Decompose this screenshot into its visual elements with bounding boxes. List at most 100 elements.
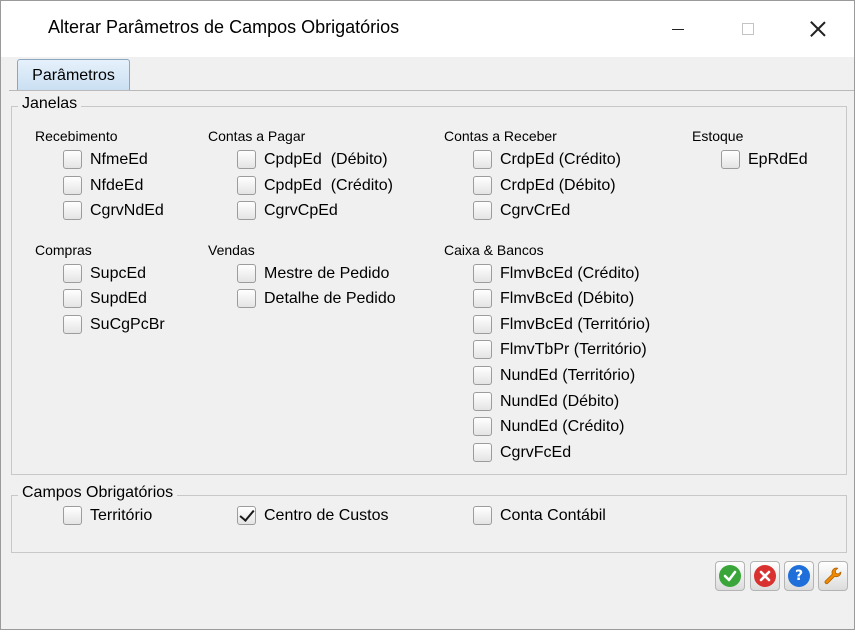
checkbox-label: SuCgPcBr — [90, 315, 165, 333]
checkbox-label: FlmvBcEd (Crédito) — [500, 264, 640, 282]
checkbox-nfmeed[interactable]: NfmeEd — [63, 150, 148, 169]
checkbox-crdped-debito[interactable]: CrdpEd (Débito) — [473, 176, 616, 195]
checkbox-box[interactable] — [473, 392, 492, 411]
checkbox-label: Mestre de Pedido — [264, 264, 390, 282]
minimize-icon — [672, 28, 684, 30]
vendas-heading: Vendas — [208, 242, 255, 258]
checkbox-label: CrdpEd (Débito) — [500, 176, 616, 194]
checkbox-label: EpRdEd — [748, 150, 808, 168]
confirm-icon — [719, 565, 741, 587]
checkbox-flmvbced-debito[interactable]: FlmvBcEd (Débito) — [473, 289, 634, 308]
checkbox-box[interactable] — [473, 264, 492, 283]
checkbox-centro-custos[interactable]: Centro de Custos — [237, 506, 389, 525]
checkbox-label: CpdpEd (Crédito) — [264, 176, 393, 194]
checkbox-box[interactable] — [473, 176, 492, 195]
dialog-window: Alterar Parâmetros de Campos Obrigatório… — [0, 0, 855, 630]
checkbox-nunded-territorio[interactable]: NundEd (Território) — [473, 366, 635, 385]
checkbox-cgrvfced[interactable]: CgrvFcEd — [473, 443, 571, 462]
close-button[interactable] — [783, 1, 853, 57]
checkbox-box[interactable] — [473, 340, 492, 359]
checkbox-label: SupdEd — [90, 289, 147, 307]
checkbox-label: FlmvBcEd (Território) — [500, 315, 651, 333]
checkbox-label: CpdpEd (Débito) — [264, 150, 388, 168]
wrench-icon — [822, 565, 844, 587]
checkbox-box[interactable] — [63, 289, 82, 308]
checkbox-label: CrdpEd (Crédito) — [500, 150, 621, 168]
checkbox-box[interactable] — [63, 201, 82, 220]
checkbox-cpdped-credito[interactable]: CpdpEd (Crédito) — [237, 176, 393, 195]
checkbox-cgrvnded[interactable]: CgrvNdEd — [63, 201, 164, 220]
maximize-icon — [742, 23, 754, 35]
checkbox-supced[interactable]: SupcEd — [63, 264, 146, 283]
checkbox-conta-contabil[interactable]: Conta Contábil — [473, 506, 606, 525]
checkbox-box[interactable] — [473, 315, 492, 334]
minimize-button[interactable] — [643, 1, 713, 57]
checkbox-label: NundEd (Crédito) — [500, 417, 625, 435]
checkbox-sucgpcbr[interactable]: SuCgPcBr — [63, 315, 165, 334]
checkbox-box[interactable] — [63, 264, 82, 283]
checkbox-cpdped-debito[interactable]: CpdpEd (Débito) — [237, 150, 388, 169]
checkbox-label: CgrvNdEd — [90, 201, 164, 219]
confirm-button[interactable] — [715, 561, 745, 591]
checkbox-box[interactable] — [237, 201, 256, 220]
tab-parametros[interactable]: Parâmetros — [17, 59, 130, 91]
close-icon — [810, 21, 826, 37]
checkbox-label: FlmvBcEd (Débito) — [500, 289, 635, 307]
checkbox-nunded-credito[interactable]: NundEd (Crédito) — [473, 417, 625, 436]
window-title: Alterar Parâmetros de Campos Obrigatório… — [48, 17, 400, 37]
checkbox-box[interactable] — [63, 506, 82, 525]
checkbox-mestre-pedido[interactable]: Mestre de Pedido — [237, 264, 389, 283]
checkbox-label: CgrvFcEd — [500, 443, 572, 461]
campos-obrigatorios-legend: Campos Obrigatórios — [18, 484, 178, 502]
checkbox-flmvbced-territorio[interactable]: FlmvBcEd (Território) — [473, 315, 650, 334]
checkbox-box[interactable] — [473, 417, 492, 436]
checkbox-label: CgrvCpEd — [264, 201, 338, 219]
checkbox-label: NundEd (Débito) — [500, 392, 620, 410]
checkbox-flmvbced-credito[interactable]: FlmvBcEd (Crédito) — [473, 264, 640, 283]
checkbox-box[interactable] — [473, 443, 492, 462]
checkbox-box[interactable] — [473, 201, 492, 220]
checkbox-label: Centro de Custos — [264, 506, 389, 524]
checkbox-box[interactable] — [721, 150, 740, 169]
estoque-heading: Estoque — [692, 128, 744, 144]
checkbox-cgrvcped[interactable]: CgrvCpEd — [237, 201, 338, 220]
checkbox-territorio[interactable]: Território — [63, 506, 152, 525]
checkbox-box[interactable] — [63, 150, 82, 169]
checkbox-nfdeed[interactable]: NfdeEd — [63, 176, 143, 195]
contas-receber-heading: Contas a Receber — [444, 128, 557, 144]
checkbox-box[interactable] — [473, 150, 492, 169]
title-bar: Alterar Parâmetros de Campos Obrigatório… — [1, 1, 854, 57]
help-button[interactable]: ? — [784, 561, 814, 591]
help-icon: ? — [788, 565, 810, 587]
checkbox-box[interactable] — [63, 315, 82, 334]
checkbox-box[interactable] — [63, 176, 82, 195]
checkbox-flmvtbpr-territorio[interactable]: FlmvTbPr (Território) — [473, 340, 647, 359]
checkbox-supded[interactable]: SupdEd — [63, 289, 147, 308]
maximize-button[interactable] — [713, 1, 783, 57]
checkmark-icon[interactable] — [237, 506, 256, 525]
checkbox-detalhe-pedido[interactable]: Detalhe de Pedido — [237, 289, 396, 308]
checkbox-label: Detalhe de Pedido — [264, 289, 396, 307]
cancel-button[interactable] — [750, 561, 780, 591]
checkbox-box[interactable] — [237, 289, 256, 308]
checkbox-label: Conta Contábil — [500, 506, 606, 524]
checkbox-box[interactable] — [473, 506, 492, 525]
checkbox-label: Território — [90, 506, 153, 524]
checkbox-label: CgrvCrEd — [500, 201, 571, 219]
checkbox-box[interactable] — [237, 150, 256, 169]
checkbox-label: NundEd (Território) — [500, 366, 636, 384]
checkbox-label: FlmvTbPr (Território) — [500, 340, 647, 358]
checkbox-box[interactable] — [473, 289, 492, 308]
checkbox-box[interactable] — [237, 264, 256, 283]
checkbox-nunded-debito[interactable]: NundEd (Débito) — [473, 392, 619, 411]
janelas-legend: Janelas — [18, 95, 82, 113]
checkbox-crdped-credito[interactable]: CrdpEd (Crédito) — [473, 150, 621, 169]
checkbox-box[interactable] — [473, 366, 492, 385]
settings-button[interactable] — [818, 561, 848, 591]
caixa-bancos-heading: Caixa & Bancos — [444, 242, 544, 258]
tab-divider — [9, 90, 854, 91]
contas-pagar-heading: Contas a Pagar — [208, 128, 306, 144]
checkbox-box[interactable] — [237, 176, 256, 195]
checkbox-eprded[interactable]: EpRdEd — [721, 150, 808, 169]
checkbox-cgrvcred[interactable]: CgrvCrEd — [473, 201, 570, 220]
